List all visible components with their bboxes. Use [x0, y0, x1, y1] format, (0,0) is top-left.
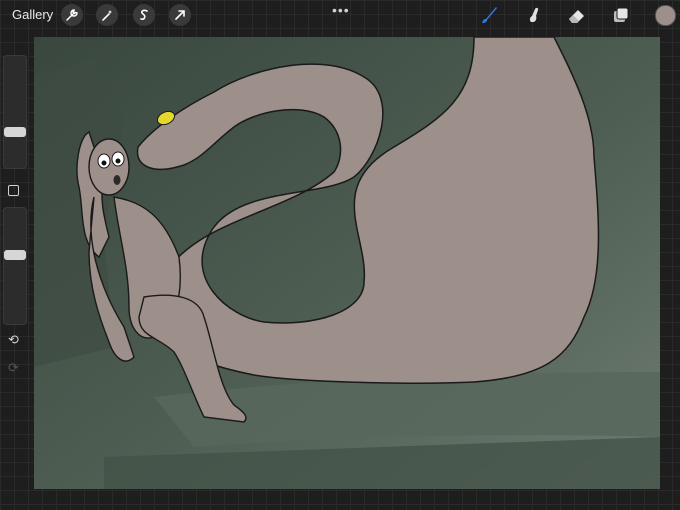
left-sidebar: ⟲ ⟳ — [0, 55, 27, 380]
opacity-thumb[interactable] — [4, 250, 26, 260]
artwork — [34, 37, 660, 489]
brush-size-thumb[interactable] — [4, 127, 26, 137]
modify-button[interactable] — [8, 185, 19, 196]
boy-pupil-right — [115, 158, 121, 164]
redo-icon[interactable]: ⟳ — [8, 360, 19, 376]
eraser-icon[interactable] — [566, 4, 588, 26]
transform-arrow-icon[interactable] — [169, 4, 191, 26]
gallery-button[interactable]: Gallery — [12, 7, 53, 22]
brush-icon[interactable] — [478, 4, 500, 26]
drawing-canvas[interactable] — [34, 37, 660, 489]
brush-size-slider[interactable] — [3, 55, 27, 169]
smudge-icon[interactable] — [523, 4, 545, 26]
boy-pupil-left — [101, 160, 107, 166]
color-picker-swatch[interactable] — [655, 5, 676, 26]
selection-icon[interactable] — [133, 4, 155, 26]
top-toolbar: Gallery ••• — [0, 0, 680, 30]
magic-wand-icon[interactable] — [96, 4, 118, 26]
undo-icon[interactable]: ⟲ — [8, 332, 19, 348]
layers-icon[interactable] — [610, 4, 632, 26]
boy-mouth — [113, 175, 121, 185]
opacity-slider[interactable] — [3, 207, 27, 325]
more-actions-icon[interactable]: ••• — [332, 2, 350, 18]
wrench-icon[interactable] — [61, 4, 83, 26]
